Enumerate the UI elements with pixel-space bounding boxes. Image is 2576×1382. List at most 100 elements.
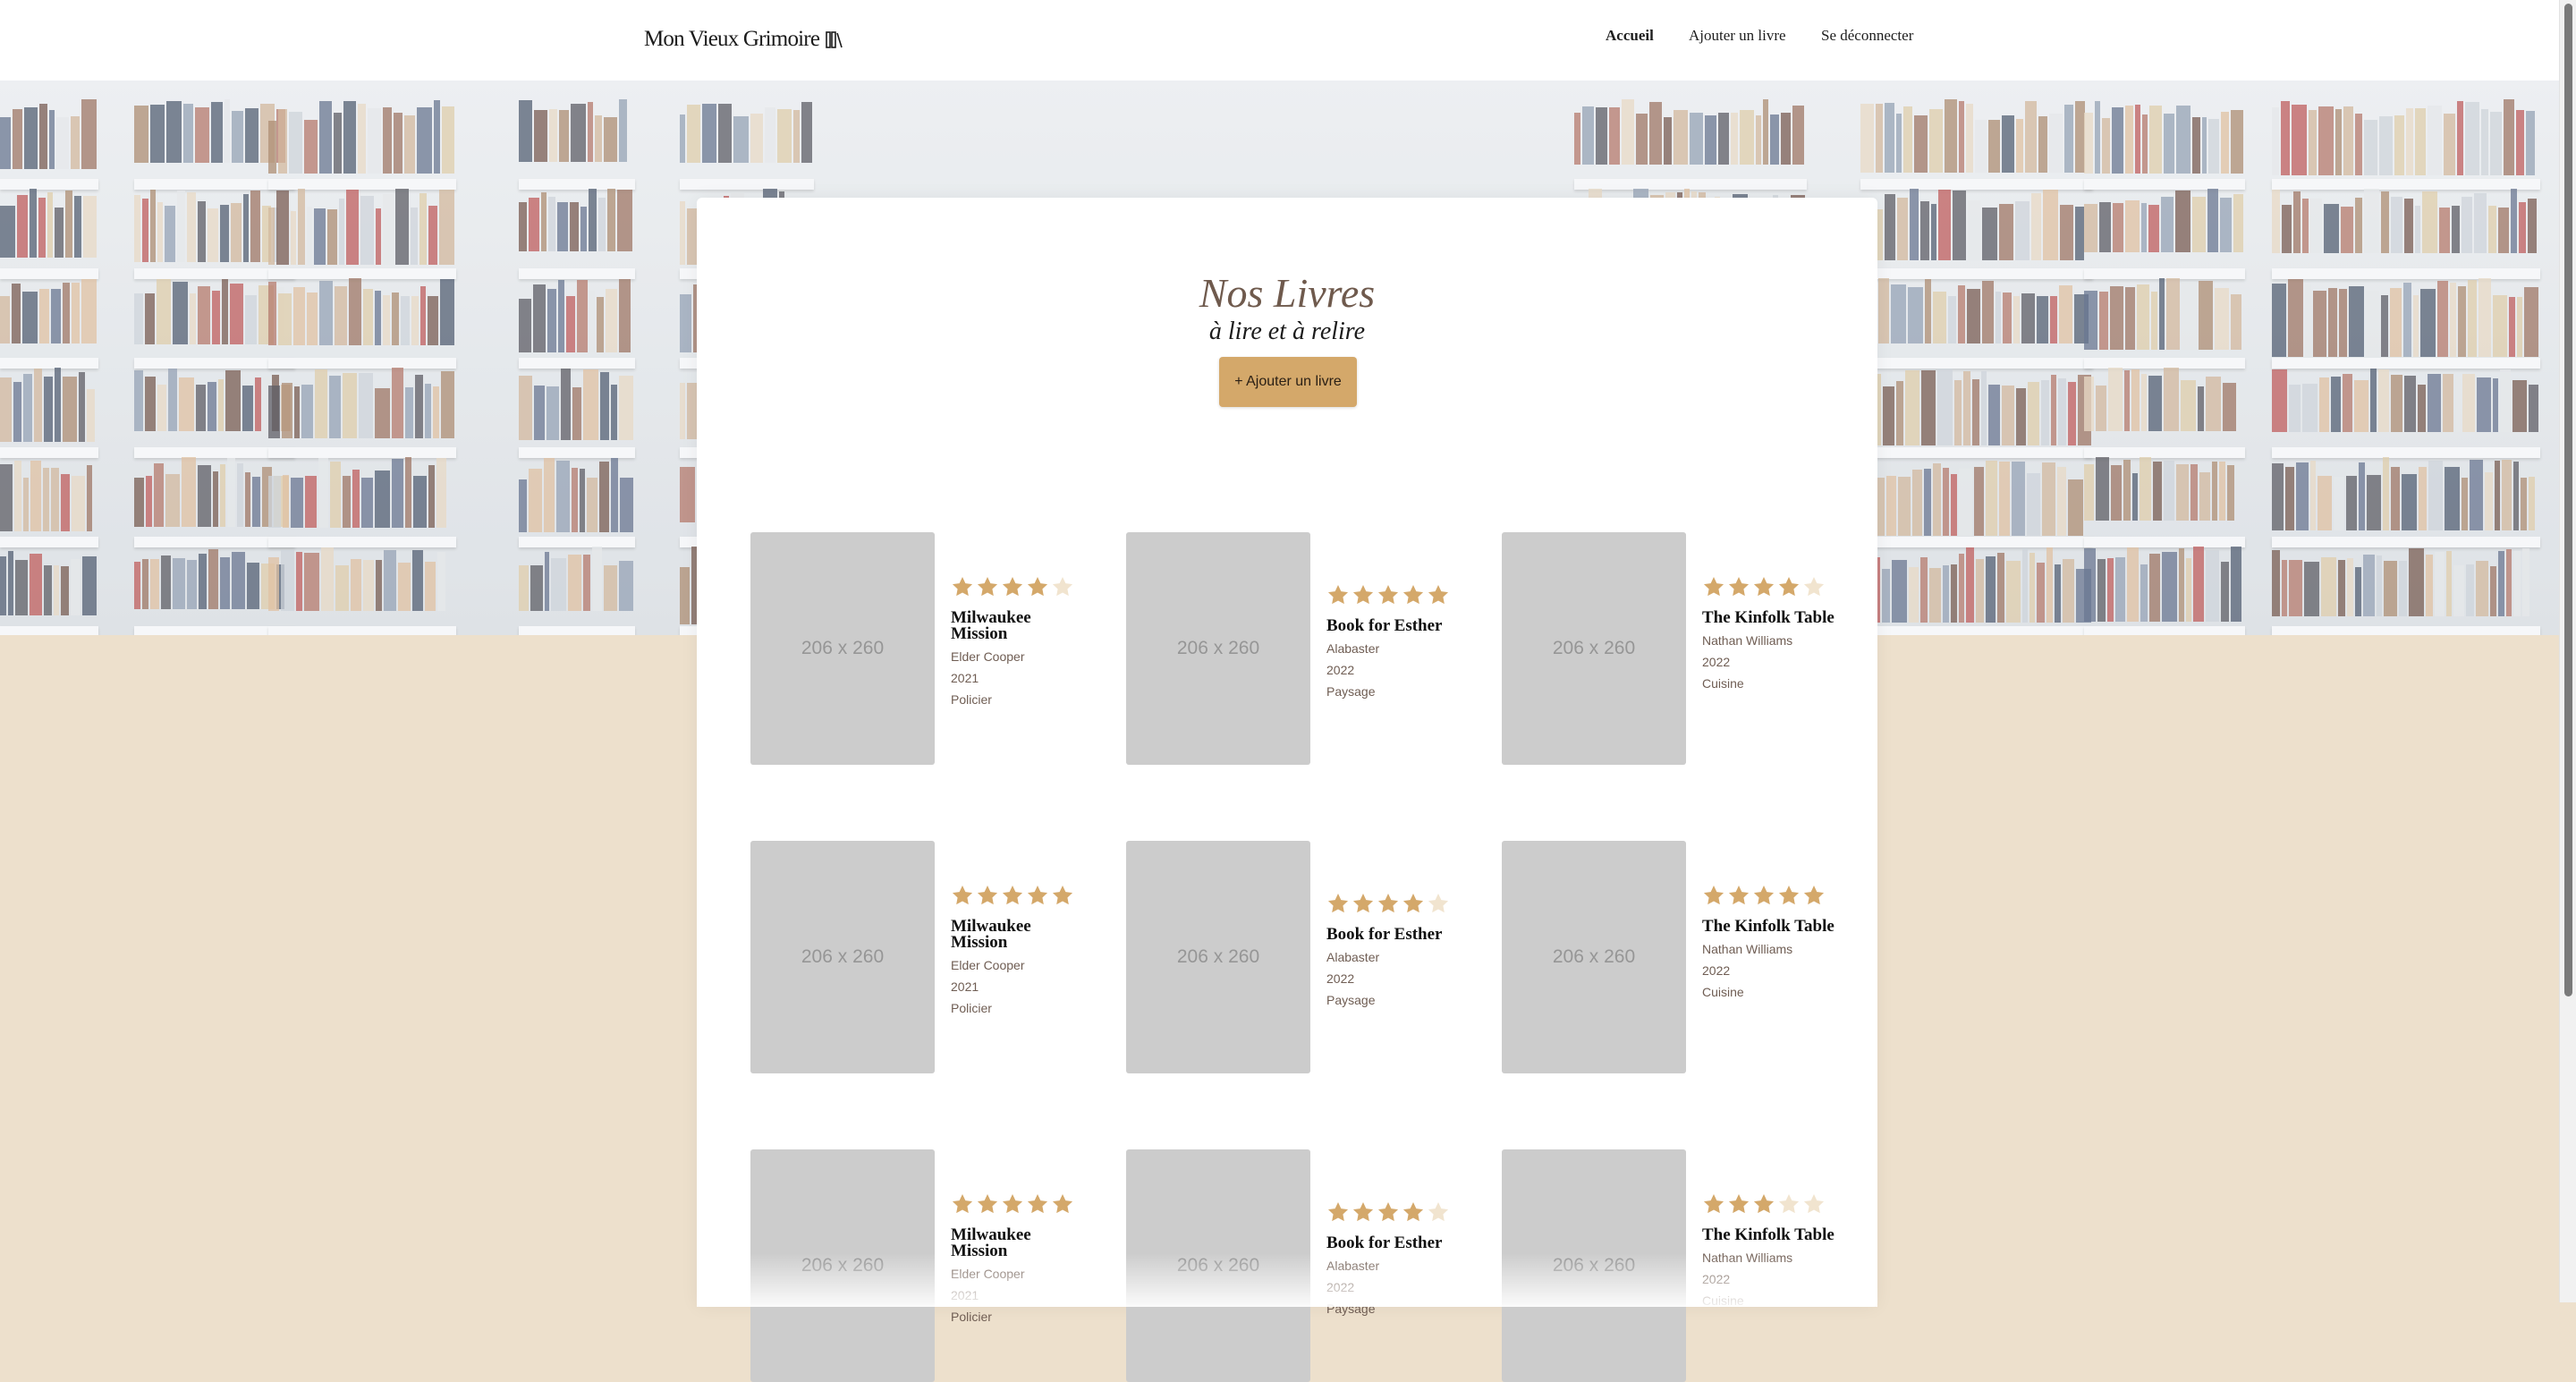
star-filled-icon bbox=[1728, 1193, 1750, 1214]
book-info: The Kinfolk Table Nathan Williams 2022 Cuis… bbox=[1702, 883, 1836, 1003]
book-title: Book for Esther bbox=[1326, 925, 1443, 944]
book-author: Elder Cooper bbox=[951, 958, 1025, 972]
star-filled-icon bbox=[952, 885, 973, 905]
star-filled-icon bbox=[1778, 576, 1800, 597]
star-filled-icon bbox=[1327, 893, 1349, 913]
nav-ajouter-livre[interactable]: Ajouter un livre bbox=[1689, 27, 1786, 45]
star-filled-icon bbox=[1703, 885, 1724, 905]
book-title: The Kinfolk Table bbox=[1702, 608, 1835, 627]
book-card[interactable]: 206 x 260 The Kinfolk Table Nathan William… bbox=[1502, 841, 1835, 1073]
book-logo-icon bbox=[826, 31, 843, 48]
star-filled-icon bbox=[1402, 584, 1424, 605]
book-genre: Paysage bbox=[1326, 684, 1376, 699]
star-filled-icon bbox=[1402, 893, 1424, 913]
star-filled-icon bbox=[1377, 584, 1399, 605]
book-info: Milwaukee Mission Elder Cooper 2021 Policie… bbox=[951, 883, 1085, 1019]
book-author: Nathan Williams bbox=[1702, 942, 1793, 956]
star-filled-icon bbox=[1402, 1201, 1424, 1222]
star-empty-icon bbox=[1778, 1193, 1800, 1214]
book-cover[interactable]: 206 x 260 bbox=[1126, 532, 1310, 765]
book-card[interactable]: 206 x 260 The Kinfolk Table Nathan William… bbox=[1502, 532, 1835, 765]
book-genre: Cuisine bbox=[1702, 985, 1744, 999]
star-filled-icon bbox=[952, 1193, 973, 1214]
book-author: Alabaster bbox=[1326, 950, 1380, 964]
book-year: 2022 bbox=[1702, 963, 1731, 978]
book-card[interactable]: 206 x 260 Milwaukee Mission Elder Cooper 20… bbox=[750, 841, 1073, 1073]
star-filled-icon bbox=[1377, 893, 1399, 913]
book-meta: Elder Cooper 2021 Policier bbox=[951, 954, 1085, 1019]
rating-stars bbox=[951, 1191, 1085, 1217]
book-cover[interactable]: 206 x 260 bbox=[1502, 841, 1686, 1073]
book-year: 2022 bbox=[1326, 663, 1355, 677]
book-genre: Cuisine bbox=[1702, 676, 1744, 691]
star-filled-icon bbox=[1027, 1193, 1048, 1214]
star-filled-icon bbox=[1352, 893, 1374, 913]
books-card: Nos Livres à lire et à relire + Ajouter … bbox=[697, 198, 1877, 1382]
book-year: 2021 bbox=[951, 979, 979, 994]
book-meta: Alabaster 2022 Paysage bbox=[1326, 946, 1461, 1011]
star-filled-icon bbox=[1352, 1201, 1374, 1222]
star-filled-icon bbox=[1327, 1201, 1349, 1222]
book-author: Elder Cooper bbox=[951, 649, 1025, 664]
star-filled-icon bbox=[1703, 1193, 1724, 1214]
book-card[interactable]: 206 x 260 Book for Esther Alabaster 2022 Pay… bbox=[1126, 532, 1449, 765]
book-info: Milwaukee Mission Elder Cooper 2021 Policie… bbox=[951, 574, 1085, 710]
book-genre: Paysage bbox=[1326, 993, 1376, 1007]
star-filled-icon bbox=[1703, 576, 1724, 597]
star-filled-icon bbox=[1027, 885, 1048, 905]
book-title: Milwaukee Mission bbox=[951, 917, 1031, 952]
star-filled-icon bbox=[1753, 885, 1775, 905]
book-year: 2022 bbox=[1702, 655, 1731, 669]
book-cover[interactable]: 206 x 260 bbox=[750, 841, 935, 1073]
star-filled-icon bbox=[1002, 885, 1023, 905]
star-filled-icon bbox=[1728, 576, 1750, 597]
book-info: The Kinfolk Table Nathan Williams 2022 Cuis… bbox=[1702, 574, 1836, 694]
book-title: The Kinfolk Table bbox=[1702, 917, 1835, 936]
star-empty-icon bbox=[1428, 1201, 1449, 1222]
page-scrollbar[interactable] bbox=[2559, 0, 2576, 1302]
star-filled-icon bbox=[1803, 885, 1825, 905]
rating-stars bbox=[1326, 1200, 1461, 1225]
rating-stars bbox=[1702, 1191, 1836, 1217]
star-filled-icon bbox=[1753, 1193, 1775, 1214]
star-empty-icon bbox=[1428, 893, 1449, 913]
star-filled-icon bbox=[1753, 576, 1775, 597]
star-filled-icon bbox=[1327, 584, 1349, 605]
nav-accueil[interactable]: Accueil bbox=[1606, 27, 1654, 45]
book-title: Milwaukee Mission bbox=[951, 608, 1031, 643]
book-card[interactable]: 206 x 260 Book for Esther Alabaster 2022 Pay… bbox=[1126, 841, 1449, 1073]
star-filled-icon bbox=[1778, 885, 1800, 905]
book-info: Book for Esther Alabaster 2022 Paysage bbox=[1326, 582, 1461, 702]
nav-deconnexion[interactable]: Se déconnecter bbox=[1821, 27, 1913, 45]
star-filled-icon bbox=[1352, 584, 1374, 605]
star-empty-icon bbox=[1803, 576, 1825, 597]
book-cover[interactable]: 206 x 260 bbox=[1502, 532, 1686, 765]
book-meta: Nathan Williams 2022 Cuisine bbox=[1702, 630, 1836, 694]
scrollbar-thumb[interactable] bbox=[2564, 4, 2572, 996]
star-filled-icon bbox=[1002, 1193, 1023, 1214]
book-genre: Policier bbox=[951, 1310, 992, 1324]
page-subtitle: à lire et à relire bbox=[1208, 318, 1366, 345]
star-filled-icon bbox=[1428, 584, 1449, 605]
star-filled-icon bbox=[1027, 576, 1048, 597]
add-book-button[interactable]: + Ajouter un livre bbox=[1219, 357, 1357, 407]
book-cover[interactable]: 206 x 260 bbox=[750, 532, 935, 765]
rating-stars bbox=[1702, 574, 1836, 599]
book-card[interactable]: 206 x 260 Milwaukee Mission Elder Cooper 20… bbox=[750, 532, 1073, 765]
site-logo[interactable]: Mon Vieux Grimoire bbox=[644, 27, 844, 52]
book-meta: Alabaster 2022 Paysage bbox=[1326, 638, 1461, 702]
rating-stars bbox=[951, 883, 1085, 908]
book-info: Book for Esther Alabaster 2022 Paysage bbox=[1326, 891, 1461, 1011]
rating-stars bbox=[951, 574, 1085, 599]
star-filled-icon bbox=[1002, 576, 1023, 597]
book-author: Nathan Williams bbox=[1702, 633, 1793, 648]
book-cover[interactable]: 206 x 260 bbox=[1126, 841, 1310, 1073]
book-title: Book for Esther bbox=[1326, 616, 1443, 635]
page-title: Nos Livres bbox=[1199, 270, 1376, 316]
star-filled-icon bbox=[977, 576, 998, 597]
book-title: Book for Esther bbox=[1326, 1234, 1443, 1252]
book-genre: Policier bbox=[951, 1001, 992, 1015]
bottom-fade bbox=[697, 1253, 1877, 1307]
book-title: The Kinfolk Table bbox=[1702, 1225, 1835, 1244]
book-meta: Nathan Williams 2022 Cuisine bbox=[1702, 938, 1836, 1003]
